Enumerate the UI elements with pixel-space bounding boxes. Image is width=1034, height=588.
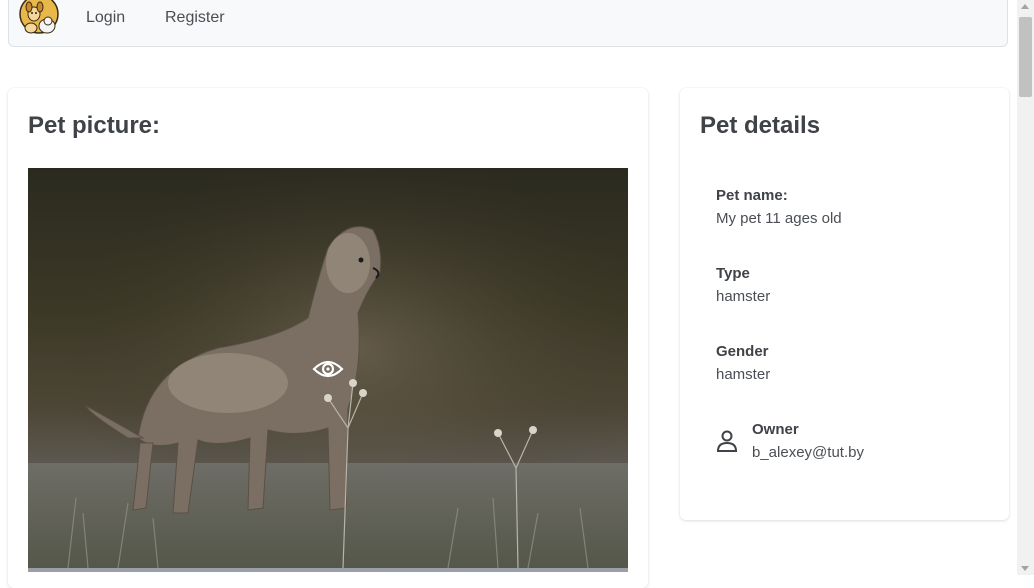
pet-picture-title: Pet picture: (28, 112, 161, 139)
pet-gender-label: Gender (716, 343, 769, 360)
pet-name-value: My pet 11 ages old (716, 210, 842, 227)
top-navbar: Login Register (8, 0, 1008, 47)
pet-name-label: Pet name: (716, 187, 788, 204)
pet-gender-value: hamster (716, 366, 771, 383)
photo-bottom-bar (28, 568, 628, 572)
pet-type-label: Type (716, 265, 750, 282)
scroll-up-arrow-icon[interactable] (1021, 4, 1029, 9)
logo-icon[interactable] (17, 0, 67, 36)
pet-picture-card: Pet picture: (8, 88, 648, 588)
scroll-down-arrow-icon[interactable] (1021, 566, 1029, 571)
register-link[interactable]: Register (165, 9, 225, 27)
vertical-scrollbar[interactable] (1017, 0, 1034, 575)
eye-icon[interactable] (312, 358, 344, 380)
pet-type-value: hamster (716, 288, 771, 305)
scroll-thumb[interactable] (1019, 17, 1032, 97)
owner-value[interactable]: b_alexey@tut.by (752, 444, 864, 461)
pet-photo[interactable] (28, 168, 628, 568)
owner-label: Owner (752, 421, 799, 438)
pet-type-field: Type hamster (716, 265, 770, 305)
login-link[interactable]: Login (86, 9, 125, 27)
pet-details-title: Pet details (700, 112, 821, 139)
pet-details-card: Pet details Pet name: My pet 11 ages old… (680, 88, 1009, 520)
pet-gender-field: Gender hamster (716, 343, 770, 383)
person-icon (716, 429, 738, 453)
pet-name-field: Pet name: My pet 11 ages old (716, 187, 842, 227)
